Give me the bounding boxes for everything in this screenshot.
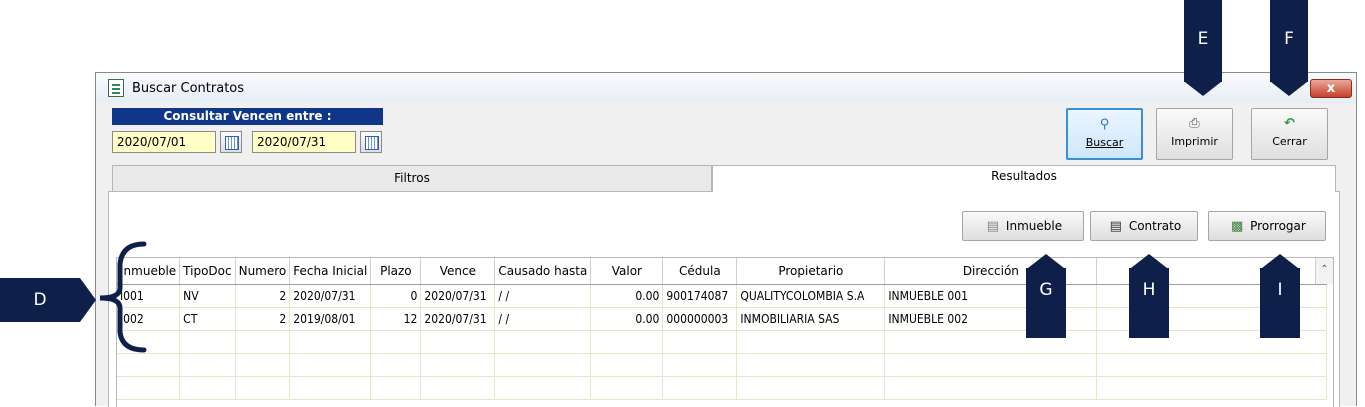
date-range-header: Consultar Vencen entre : [112,108,383,125]
prorrogar-label: Prorrogar [1250,219,1306,233]
cell: 2019/08/01 [289,307,372,331]
calendar-from-icon[interactable] [220,131,242,153]
cerrar-label: Cerrar [1272,135,1307,148]
cell: 000000003 [662,307,738,331]
title-bar: Buscar Contratos x [96,73,1356,103]
buscar-contratos-window: Buscar Contratos x Consultar Vencen entr… [95,72,1357,407]
cell: CT [179,307,236,331]
inmueble-label: Inmueble [1005,219,1063,233]
cell: 12 [370,307,422,331]
window-close-button[interactable]: x [1310,79,1352,98]
cell: 0.00 [590,284,664,308]
callout-d: D [0,278,80,322]
undo-arrow-icon: ↶ [1284,116,1295,131]
contrato-label: Contrato [1128,219,1182,233]
cell: NV [179,284,236,308]
callout-i: I [1260,268,1300,338]
col-propietario[interactable]: Propietario [736,258,886,285]
contrato-button[interactable]: ▤ Contrato [1090,211,1198,241]
house-icon: ▤ [986,219,1000,234]
callout-e: E [1184,0,1222,82]
col-numero[interactable]: Numero [235,258,291,285]
cell: 2020/07/31 [420,307,496,331]
window-title: Buscar Contratos [132,81,245,96]
col-causado-hasta[interactable]: Causado hasta [494,258,592,285]
calendar-to-icon[interactable] [360,131,382,153]
cell: 2 [235,307,291,331]
date-from-input[interactable]: 2020/07/01 [112,131,216,153]
search-icon: ⚲ [1099,117,1110,132]
cell: INMOBILIARIA SAS [736,307,886,331]
row-bracket [99,241,147,353]
cell: 2 [235,284,291,308]
col-plazo[interactable]: Plazo [370,258,422,285]
col-tipodoc[interactable]: TipoDoc [179,258,236,285]
printer-icon: ⎙ [1189,116,1200,131]
cell: 0 [370,284,422,308]
document-icon: ▤ [1109,219,1122,234]
buscar-button[interactable]: ⚲ Buscar [1066,108,1143,160]
cell: 900174087 [662,284,738,308]
col-valor[interactable]: Valor [590,258,664,285]
tab-resultados[interactable]: Resultados [712,165,1336,192]
briefcase-icon: ▩ [1231,219,1244,234]
col-vence[interactable]: Vence [420,258,496,285]
callout-f: F [1270,0,1308,82]
empty-row [117,353,1328,377]
tab-filtros[interactable]: Filtros [112,165,712,192]
cell: 2020/07/31 [289,284,372,308]
col-cedula[interactable]: Cédula [662,258,738,285]
cerrar-button[interactable]: ↶ Cerrar [1251,108,1328,160]
imprimir-label: Imprimir [1171,135,1218,148]
callout-g: G [1026,268,1066,338]
callout-h-arrow [1131,254,1167,268]
cell: / / [494,307,592,331]
buscar-label: Buscar [1085,136,1124,149]
inmueble-button[interactable]: ▤ Inmueble [962,211,1084,241]
scroll-up-arrow-icon[interactable]: ⌃ [1315,258,1333,284]
cell: QUALITYCOLOMBIA S.A [736,284,886,308]
callout-g-arrow [1028,254,1064,268]
prorrogar-button[interactable]: ▩ Prorrogar [1208,211,1326,241]
cell: 0.00 [590,307,664,331]
window-icon [108,79,124,97]
cell: / / [494,284,592,308]
imprimir-button[interactable]: ⎙ Imprimir [1156,108,1233,160]
callout-f-arrow [1271,82,1307,96]
col-fecha-inicial[interactable]: Fecha Inicial [289,258,372,285]
callout-h: H [1129,268,1169,338]
date-to-input[interactable]: 2020/07/31 [252,131,356,153]
cell: 2020/07/31 [420,284,496,308]
callout-e-arrow [1185,82,1221,96]
empty-row [117,376,1328,400]
callout-i-arrow [1262,254,1298,268]
